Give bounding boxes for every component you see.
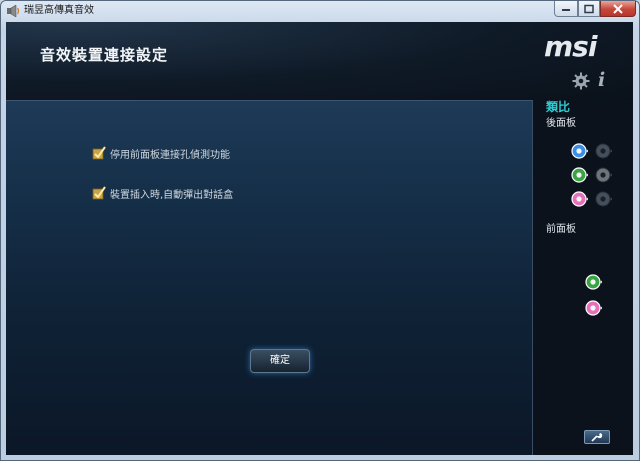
auto-popup-dialog-option[interactable]: 裝置插入時,自動彈出對話盒 — [92, 185, 233, 201]
close-icon — [613, 3, 623, 14]
rear-jack-3-icon[interactable] — [570, 166, 588, 184]
front-panel-label: 前面板 — [546, 224, 576, 235]
settings-panel: 停用前面板連接孔偵測功能 裝置插入時,自動彈出對話盒 確定 — [6, 100, 533, 455]
content-area: 音效裝置連接設定 msi i 停用前面板連接孔偵測功能 裝置插入時,自動彈出對話… — [6, 22, 633, 455]
rear-jack-2-icon[interactable] — [594, 142, 612, 160]
jack-sidebar: 類比 後面板 前面板 — [534, 100, 633, 455]
option-label: 停用前面板連接孔偵測功能 — [110, 149, 230, 161]
msi-logo: msi — [544, 30, 597, 63]
info-icon[interactable]: i — [598, 70, 605, 90]
checkbox-checked-icon[interactable] — [92, 186, 106, 200]
checkbox-checked-icon[interactable] — [92, 146, 106, 160]
minimize-icon — [562, 8, 570, 11]
ok-button[interactable]: 確定 — [250, 349, 310, 373]
speaker-icon — [7, 4, 20, 18]
front-jack-1-icon[interactable] — [584, 273, 602, 291]
app-window: 瑞昱高傳真音效 音效裝置連接設定 msi i 停用前面板連接孔偵測功能 裝置插入… — [0, 0, 640, 461]
page-title: 音效裝置連接設定 — [40, 46, 169, 64]
disable-front-panel-detection-option[interactable]: 停用前面板連接孔偵測功能 — [92, 145, 230, 161]
title-bar[interactable]: 瑞昱高傳真音效 — [0, 0, 640, 22]
rear-panel-label: 後面板 — [546, 118, 576, 129]
wrench-icon — [591, 433, 603, 442]
window-title: 瑞昱高傳真音效 — [24, 5, 94, 16]
rear-jack-5-icon[interactable] — [570, 190, 588, 208]
gear-icon[interactable] — [572, 72, 590, 90]
close-button[interactable] — [600, 1, 636, 17]
option-label: 裝置插入時,自動彈出對話盒 — [110, 189, 234, 201]
header: 音效裝置連接設定 msi i — [6, 22, 633, 100]
analog-heading: 類比 — [546, 100, 571, 114]
rear-jack-4-icon[interactable] — [594, 166, 612, 184]
wrench-button[interactable] — [584, 430, 610, 444]
minimize-button[interactable] — [554, 1, 578, 17]
rear-jack-1-icon[interactable] — [570, 142, 588, 160]
maximize-icon — [584, 4, 594, 13]
front-jack-2-icon[interactable] — [584, 299, 602, 317]
maximize-button[interactable] — [578, 1, 600, 17]
rear-jack-6-icon[interactable] — [594, 190, 612, 208]
